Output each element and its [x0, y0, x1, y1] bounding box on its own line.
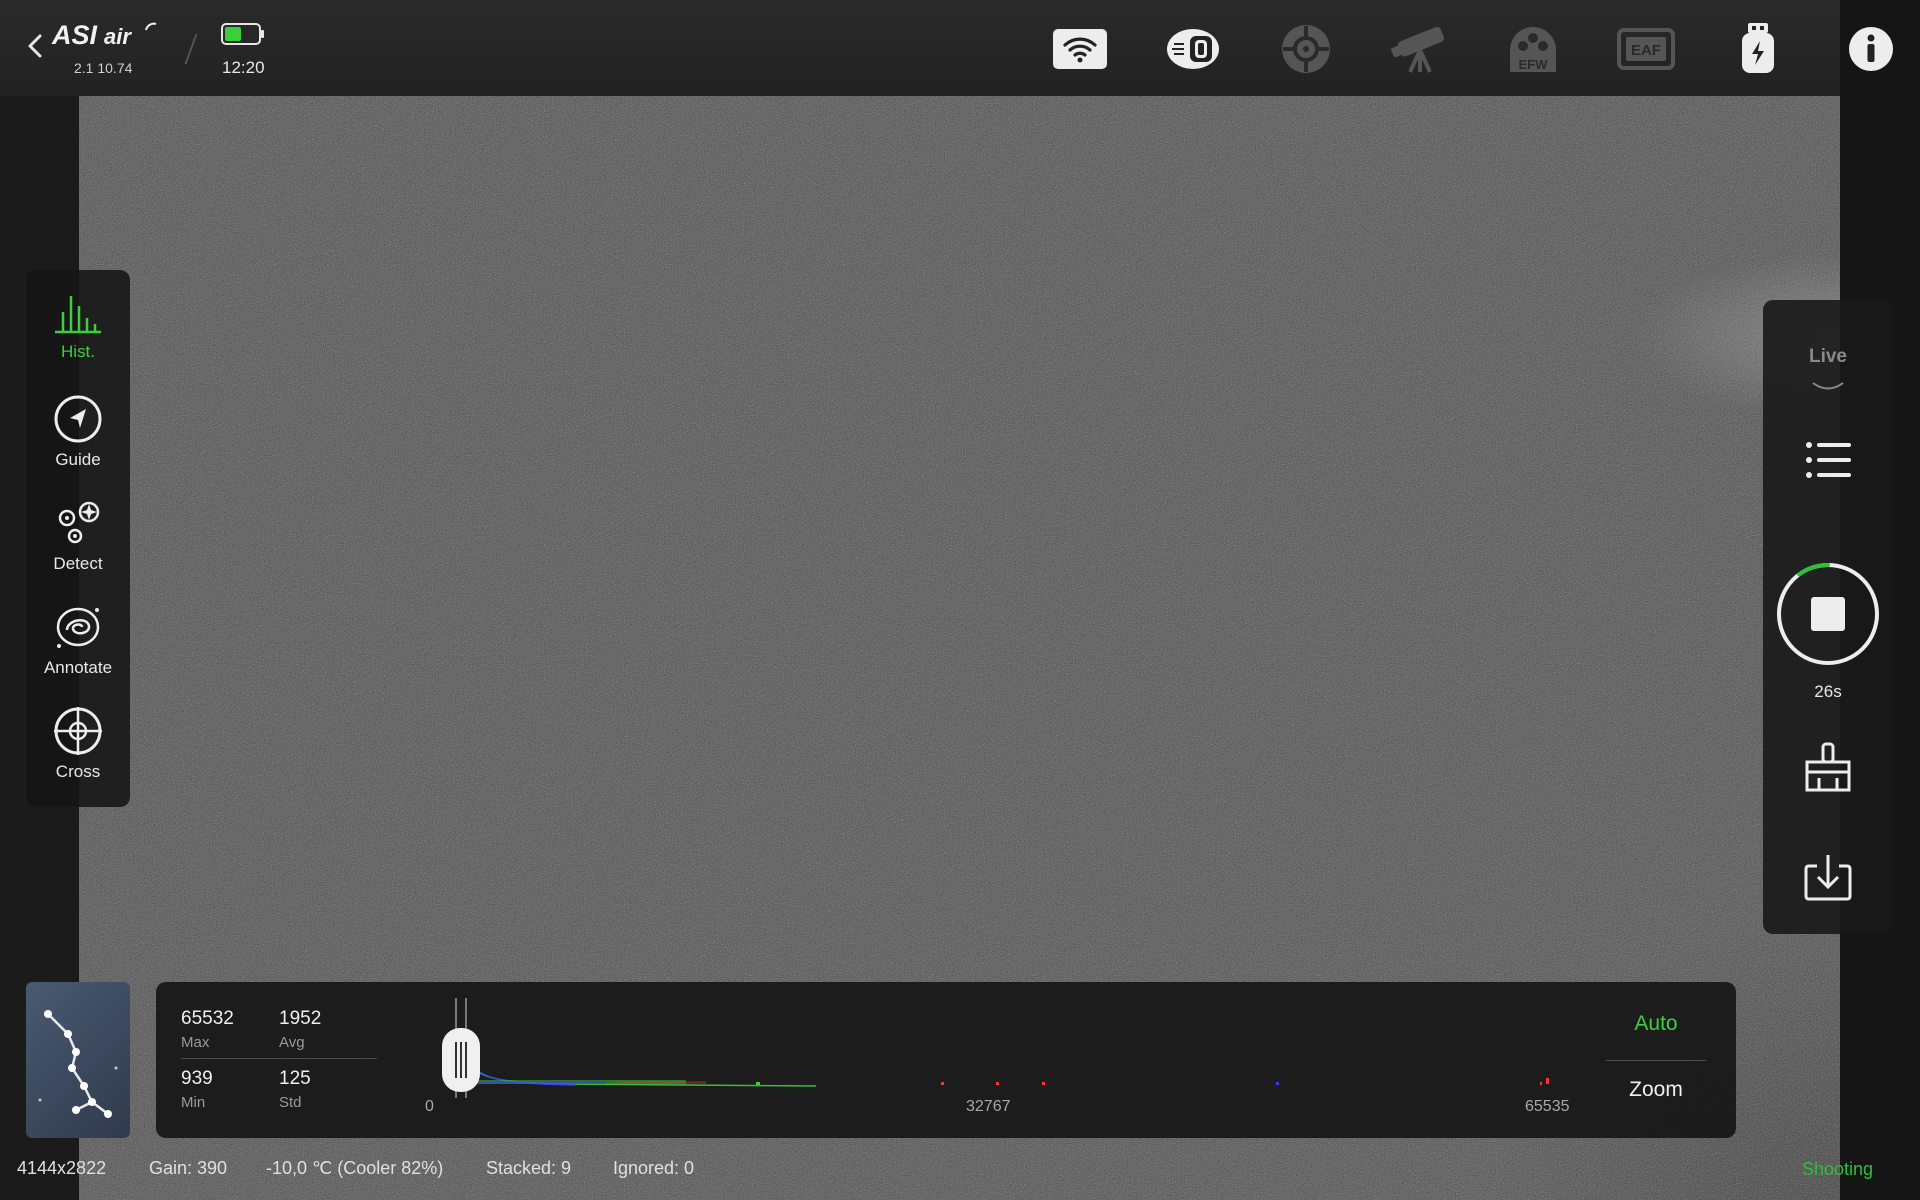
eaf-icon[interactable]: EAF	[1616, 22, 1676, 76]
stop-icon	[1811, 597, 1845, 631]
stat-avg: 1952 Avg	[279, 1008, 321, 1051]
eaf-label: EAF	[1631, 42, 1661, 59]
histogram-panel: 65532 Max 1952 Avg 939 Min 125 Std 0 327…	[156, 982, 1736, 1138]
tool-label: Hist.	[61, 342, 95, 361]
annotate-icon	[56, 607, 100, 648]
tool-annotate[interactable]: Annotate	[26, 602, 130, 706]
tick-max: 65535	[1525, 1098, 1570, 1115]
stat-std: 125 Std	[279, 1068, 311, 1111]
app-version: 2.1 10.74	[74, 60, 133, 76]
efw-label: EFW	[1519, 57, 1549, 72]
top-bar: ASI air 2.1 10.74 12:20 EFW EAF	[0, 0, 1893, 96]
wifi-icon[interactable]	[1050, 22, 1110, 76]
mode-selector[interactable]: Live	[1763, 346, 1893, 368]
right-control-panel: Live 26s	[1763, 300, 1893, 934]
status-resolution: 4144x2822	[17, 1158, 107, 1178]
chevron-down-icon[interactable]	[1811, 380, 1845, 394]
download-icon[interactable]	[1803, 852, 1853, 902]
status-temperature: -10,0 ℃ (Cooler 82%)	[266, 1158, 444, 1178]
stat-label: Std	[279, 1094, 302, 1111]
stat-label: Min	[181, 1094, 206, 1111]
histogram-specks	[466, 1078, 1549, 1085]
status-ignored: Ignored: 0	[613, 1158, 695, 1178]
stat-value: 939	[181, 1068, 213, 1089]
histogram-graph[interactable]	[436, 998, 1576, 1098]
asiair-logo: ASI air	[51, 20, 157, 50]
back-chevron-icon[interactable]	[22, 28, 48, 64]
battery-icon	[221, 23, 264, 45]
divider	[1606, 1060, 1706, 1061]
histogram-icon	[55, 296, 101, 334]
exposure-countdown: 26s	[1814, 682, 1842, 701]
stat-divider	[181, 1058, 377, 1059]
auto-stretch-button[interactable]: Auto	[1606, 1012, 1706, 1036]
stat-label: Avg	[279, 1034, 305, 1051]
tool-label: Guide	[55, 450, 101, 469]
tool-detect[interactable]: Detect	[26, 498, 130, 602]
tool-guide[interactable]: Guide	[26, 394, 130, 498]
detect-icon	[58, 501, 100, 544]
tool-label: Cross	[55, 762, 101, 781]
zoom-button[interactable]: Zoom	[1606, 1078, 1706, 1102]
left-tool-panel: Hist. Guide Detect Annotate Cross	[26, 270, 130, 807]
tool-cross[interactable]: Cross	[26, 706, 130, 810]
status-shooting: Shooting	[1802, 1159, 1874, 1179]
guide-scope-icon[interactable]	[1276, 22, 1336, 76]
list-icon[interactable]	[1803, 435, 1853, 485]
tick-mid: 32767	[966, 1098, 1011, 1115]
stop-button[interactable]	[1776, 562, 1880, 666]
tick-min: 0	[425, 1098, 434, 1115]
crosshair-icon	[54, 707, 102, 755]
tool-label: Annotate	[43, 658, 113, 677]
stat-max: 65532 Max	[181, 1008, 234, 1051]
camera-icon[interactable]	[1163, 22, 1223, 76]
stat-value: 125	[279, 1068, 311, 1089]
stat-min: 939 Min	[181, 1068, 213, 1111]
usb-drive-icon[interactable]	[1728, 22, 1788, 76]
broom-icon[interactable]	[1803, 742, 1853, 792]
star-map-thumbnail[interactable]	[26, 982, 130, 1138]
stat-label: Max	[181, 1034, 210, 1051]
divider	[184, 34, 198, 64]
exposure-progress-arc	[1797, 563, 1830, 577]
stat-value: 65532	[181, 1008, 234, 1029]
svg-text:ASI: ASI	[51, 20, 98, 50]
svg-text:air: air	[104, 24, 132, 49]
constellation-icon	[38, 1010, 118, 1118]
status-stacked: Stacked: 9	[486, 1158, 572, 1178]
telescope-icon[interactable]	[1390, 22, 1450, 76]
clock: 12:20	[222, 58, 265, 77]
tool-histogram[interactable]: Hist.	[26, 290, 130, 394]
info-icon[interactable]	[1841, 22, 1901, 76]
status-gain: Gain: 390	[149, 1158, 228, 1178]
guide-icon	[54, 395, 102, 443]
tool-label: Detect	[53, 554, 103, 573]
stat-value: 1952	[279, 1008, 322, 1029]
efw-icon[interactable]: EFW	[1503, 22, 1563, 76]
